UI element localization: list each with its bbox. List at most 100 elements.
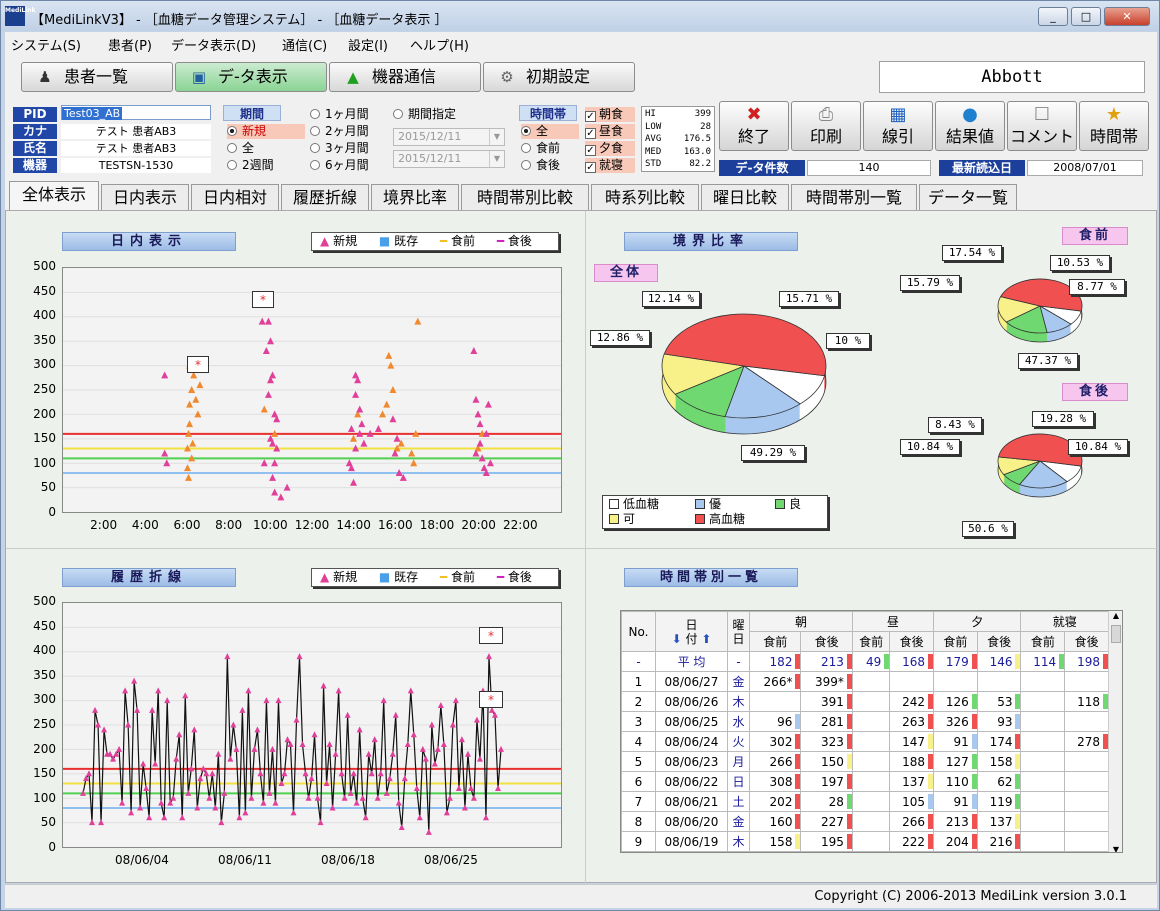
timeslot-all-radio[interactable]: 全 bbox=[521, 124, 579, 139]
cell-value-text: 391 bbox=[821, 694, 844, 709]
average-row[interactable]: -平 均 - 182 213 49 168 179 146 114 198 bbox=[621, 651, 1109, 672]
bedtime-checkbox[interactable]: ✓ 就寝 bbox=[585, 158, 635, 173]
cell-value: 179 bbox=[933, 651, 978, 672]
tab-overview[interactable]: 全体表示 bbox=[9, 181, 99, 210]
table-row[interactable]: 3 08/06/25 水 96 281 263 326 93 bbox=[621, 711, 1109, 732]
table-row[interactable]: 8 08/06/20 金 160 227 266 213 137 bbox=[621, 811, 1109, 832]
lunch-checkbox[interactable]: ✓ 昼食 bbox=[585, 124, 635, 139]
timeslot-after-radio[interactable]: 食後 bbox=[521, 158, 560, 173]
initial-settings-button[interactable]: ⚙ 初期設定 bbox=[483, 62, 635, 92]
table-scrollbar[interactable]: ▲ ▼ bbox=[1108, 611, 1122, 852]
period-2month-radio[interactable]: 2ヶ月間 bbox=[310, 124, 369, 139]
status-bar-mark bbox=[928, 754, 934, 769]
data-point bbox=[239, 706, 246, 713]
table-row[interactable]: 2 08/06/26 木 391 242 126 53 118 bbox=[621, 691, 1109, 712]
data-point bbox=[407, 687, 414, 694]
dinner-checkbox[interactable]: ✓ 夕食 bbox=[585, 141, 635, 156]
timetable: No. ⬇ 日付 ⬆ 曜日 朝 昼 夕 就寝 食前 食後 食前 食後 食前 食後 食前 食後 bbox=[621, 611, 1109, 852]
menu-data-display[interactable]: データ表示(D) bbox=[171, 35, 256, 54]
table-row[interactable]: 9 08/06/19 木 158 195 222 204 216 bbox=[621, 831, 1109, 852]
name-field: テスト 患者AB3 bbox=[61, 141, 211, 156]
pid-field[interactable]: Test03_AB bbox=[61, 105, 211, 120]
menu-communication[interactable]: 通信(C) bbox=[282, 35, 327, 54]
arrow-up-icon[interactable]: ⬆ bbox=[701, 632, 711, 646]
data-point bbox=[425, 828, 432, 835]
date-to-picker[interactable]: 2015/12/11 ▼ bbox=[393, 150, 505, 168]
date-sort-header[interactable]: ⬇ 日付 ⬆ bbox=[655, 611, 728, 652]
exit-button[interactable]: ✖ 終了 bbox=[719, 101, 789, 151]
scroll-thumb[interactable] bbox=[1111, 625, 1121, 643]
period-2weeks-radio[interactable]: 2週間 bbox=[227, 158, 274, 173]
maximize-button[interactable]: □ bbox=[1071, 7, 1101, 26]
data-point bbox=[380, 697, 387, 704]
tab-daily-relative[interactable]: 日内相対 bbox=[191, 184, 279, 210]
check-icon: ✓ bbox=[585, 111, 596, 122]
cell-value bbox=[1020, 751, 1066, 772]
cell-value-text: 110 bbox=[945, 774, 969, 789]
x-tick-label: 22:00 bbox=[503, 518, 538, 532]
device-communication-button[interactable]: ▲ 機器通信 bbox=[329, 62, 481, 92]
legend-before: ━ 食前 bbox=[439, 234, 475, 248]
menu-patient[interactable]: 患者(P) bbox=[108, 35, 152, 54]
tab-timeseries-compare[interactable]: 時系列比較 bbox=[591, 184, 699, 210]
menu-help[interactable]: ヘルプ(H) bbox=[410, 35, 469, 54]
menu-system[interactable]: システム(S) bbox=[11, 35, 81, 54]
tab-boundary-ratio[interactable]: 境界比率 bbox=[371, 184, 459, 210]
table-row[interactable]: 7 08/06/21 土 202 28 105 91 119 bbox=[621, 791, 1109, 812]
close-button[interactable]: ✕ bbox=[1104, 7, 1150, 26]
patient-list-button[interactable]: ♟ 患者一覧 bbox=[21, 62, 173, 92]
data-point bbox=[356, 726, 363, 733]
timeslot-button[interactable]: ★ 時間帯 bbox=[1079, 101, 1149, 151]
data-point bbox=[264, 317, 272, 325]
period-6month-radio[interactable]: 6ヶ月間 bbox=[310, 158, 369, 173]
tab-timeslot-compare[interactable]: 時間帯別比較 bbox=[461, 184, 589, 210]
table-row[interactable]: 6 08/06/22 日 308 197 137 110 62 bbox=[621, 771, 1109, 792]
data-point bbox=[368, 770, 375, 777]
scroll-up-icon[interactable]: ▲ bbox=[1109, 611, 1122, 625]
data-point bbox=[224, 653, 231, 660]
print-button[interactable]: ⎙ 印刷 bbox=[791, 101, 861, 151]
period-new-radio[interactable]: 新規 bbox=[227, 124, 305, 139]
cell-value-text: 105 bbox=[902, 794, 926, 809]
draw-line-label: 線引 bbox=[881, 127, 914, 146]
y-tick-label: 300 bbox=[33, 357, 56, 372]
data-point bbox=[264, 390, 272, 398]
minimize-button[interactable]: _ bbox=[1038, 7, 1068, 26]
draw-line-button[interactable]: ▦ 線引 bbox=[863, 101, 933, 151]
cell-value-text: 213 bbox=[945, 814, 969, 829]
cell-value-text: 278 bbox=[1077, 734, 1100, 749]
menu-settings[interactable]: 設定(I) bbox=[348, 35, 388, 54]
scroll-down-icon[interactable]: ▼ bbox=[1109, 845, 1122, 852]
data-display-button[interactable]: ▣ デ-タ表示 bbox=[175, 62, 327, 92]
status-bar-mark bbox=[928, 794, 934, 809]
table-row[interactable]: 4 08/06/24 火 302 323 147 91 174 278 bbox=[621, 731, 1109, 752]
tab-data-list[interactable]: データ一覧 bbox=[919, 184, 1017, 210]
period-1month-radio[interactable]: 1ヶ月間 bbox=[310, 107, 369, 122]
tab-weekday-compare[interactable]: 曜日比較 bbox=[701, 184, 789, 210]
arrow-down-icon[interactable]: ⬇ bbox=[672, 632, 682, 646]
tab-timeslot-list[interactable]: 時間帯別一覧 bbox=[791, 184, 917, 210]
tab-history-line[interactable]: 履歴折線 bbox=[281, 184, 369, 210]
tab-daily[interactable]: 日内表示 bbox=[101, 184, 189, 210]
dinner-label: 夕食 bbox=[599, 141, 624, 155]
cell-value: 227 bbox=[800, 811, 853, 832]
breakfast-checkbox[interactable]: ✓ 朝食 bbox=[585, 107, 635, 122]
cell-dow: 水 bbox=[727, 711, 750, 732]
timeslot-before-label: 食前 bbox=[536, 141, 561, 155]
cell-value bbox=[851, 711, 891, 732]
legend-after: ━ 食後 bbox=[496, 570, 532, 584]
period-3month-radio[interactable]: 3ヶ月間 bbox=[310, 141, 369, 156]
comment-button[interactable]: ☐ コメント bbox=[1007, 101, 1077, 151]
date-from-picker[interactable]: 2015/12/11 ▼ bbox=[393, 128, 505, 146]
device-communication-label: 機器通信 bbox=[372, 67, 437, 86]
period-all-radio[interactable]: 全 bbox=[227, 141, 254, 156]
timeslot-before-radio[interactable]: 食前 bbox=[521, 141, 560, 156]
result-value-button[interactable]: ● 結果値 bbox=[935, 101, 1005, 151]
table-row[interactable]: 5 08/06/23 月 266 150 188 127 158 bbox=[621, 751, 1109, 772]
period-custom-radio[interactable]: 期間指定 bbox=[393, 107, 456, 122]
sub-header: 食前 bbox=[748, 631, 802, 652]
period-all-label: 全 bbox=[242, 141, 255, 155]
data-point bbox=[281, 770, 288, 777]
stats-box: HI 399 LOW 28 AVG 176.5 MED 163.0 STD 82.2 bbox=[641, 106, 715, 172]
table-row[interactable]: 1 08/06/27 金 266* 399* bbox=[621, 671, 1109, 692]
